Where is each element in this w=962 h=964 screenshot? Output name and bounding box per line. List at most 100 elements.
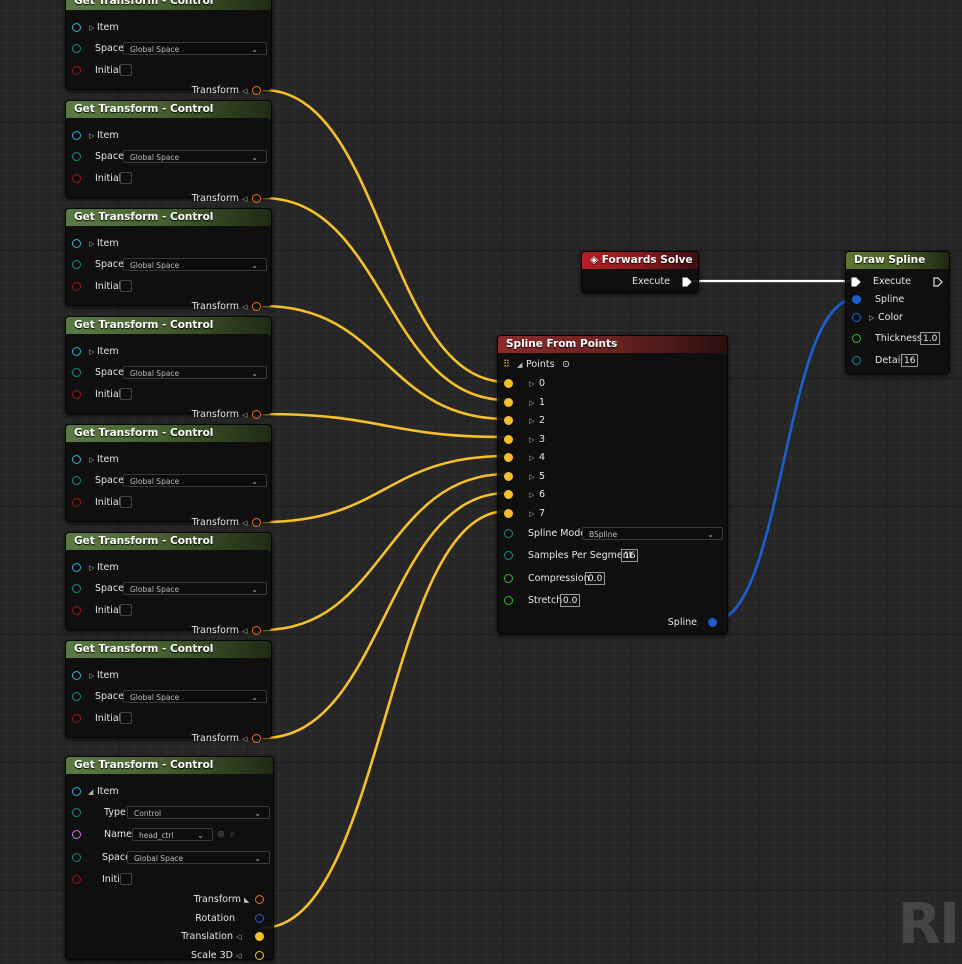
name-dropdown[interactable]: head_ctrl ⌄ [132,828,213,841]
transform-out-pin[interactable] [255,895,264,904]
space-dropdown[interactable]: Global Space ⌄ [127,851,270,864]
point-pin[interactable] [504,508,513,518]
expand-arrow-icon[interactable]: ▷ [529,432,534,448]
expand-arrow-icon[interactable]: ▷ [89,344,94,360]
space-pin[interactable] [72,44,81,53]
initial-pin[interactable] [72,282,81,291]
initial-pin[interactable] [72,66,81,75]
expand-arrow-icon[interactable]: ◁ [242,191,247,207]
get-transform-node-expanded[interactable]: Get Transform - Control ◢ Item Type Control ⌄… [65,756,274,961]
item-pin[interactable] [72,787,81,796]
point-pin[interactable] [504,416,513,425]
initial-pin[interactable] [72,875,81,884]
expand-arrow-icon[interactable]: ▷ [89,452,94,468]
initial-pin[interactable] [72,174,81,183]
compression-pin[interactable] [504,574,513,583]
initial-checkbox[interactable] [120,604,132,616]
space-dropdown[interactable]: Global Space ⌄ [123,258,267,271]
initial-checkbox[interactable] [120,280,132,292]
get-transform-node[interactable]: Get Transform - Control ▷ Item Space Global … [65,208,272,312]
point-pin[interactable] [504,434,513,444]
forwards-solve-node[interactable]: ◈ Forwards Solve Execute [581,251,699,293]
expand-arrow-icon[interactable]: ◁ [236,948,241,964]
item-pin[interactable] [72,23,81,32]
initial-pin[interactable] [72,606,81,615]
translation-out-pin[interactable] [255,932,264,941]
spline-out-pin[interactable] [708,618,717,627]
name-pin[interactable] [72,830,81,839]
expand-arrow-icon[interactable]: ▷ [89,236,94,252]
type-pin[interactable] [72,808,81,817]
get-transform-node[interactable]: Get Transform - Control ▷ Item Space Global … [65,316,272,420]
draw-spline-node[interactable]: Draw Spline Execute Spline ▷ Color Thickness 1… [845,251,950,374]
initial-checkbox[interactable] [120,873,132,885]
get-transform-node[interactable]: Get Transform - Control ▷ Item Space Global … [65,100,272,204]
transform-out-pin[interactable] [252,86,261,95]
initial-checkbox[interactable] [120,388,132,400]
expand-arrow-icon[interactable]: ▷ [89,20,94,36]
spline-mode-dropdown[interactable]: BSpline ⌄ [582,527,723,540]
expand-arrow-icon[interactable]: ▷ [529,450,534,466]
initial-pin[interactable] [72,390,81,399]
collapse-arrow-icon[interactable]: ◢ [517,357,522,373]
expand-arrow-icon[interactable]: ▷ [529,413,534,429]
stretch-pin[interactable] [504,596,513,605]
color-pin[interactable] [852,313,861,322]
space-pin[interactable] [72,152,81,161]
expand-arrow-icon[interactable]: ▷ [529,506,534,522]
expand-arrow-icon[interactable]: ▷ [529,469,534,485]
item-pin[interactable] [72,563,81,572]
expand-arrow-icon[interactable]: ▷ [89,560,94,576]
get-transform-node[interactable]: Get Transform - Control ▷ Item Space Global … [65,0,272,96]
collapse-arrow-icon[interactable]: ◢ [88,784,93,800]
transform-out-pin[interactable] [252,518,261,527]
type-dropdown[interactable]: Control ⌄ [127,806,270,819]
expand-arrow-icon[interactable]: ▷ [529,395,534,411]
expand-arrow-icon[interactable]: ▷ [869,310,874,326]
execute-out-pin[interactable] [682,277,692,287]
space-pin[interactable] [72,368,81,377]
expand-arrow-icon[interactable]: ▷ [89,668,94,684]
expand-arrow-icon[interactable]: ◁ [242,299,247,315]
transform-out-pin[interactable] [252,410,261,419]
detail-field[interactable]: 16 [901,354,919,367]
scale-out-pin[interactable] [255,951,264,960]
array-pin-icon[interactable]: ⠿ [503,357,510,373]
expand-arrow-icon[interactable]: ◁ [242,407,247,423]
expand-arrow-icon[interactable]: ▷ [529,376,534,392]
space-dropdown[interactable]: Global Space ⌄ [123,150,267,163]
item-pin[interactable] [72,347,81,356]
thickness-pin[interactable] [852,334,861,343]
expand-arrow-icon[interactable]: ◁ [242,515,247,531]
point-pin[interactable] [504,471,513,481]
compression-field[interactable]: 0.0 [585,572,606,585]
spline-mode-pin[interactable] [504,529,513,538]
get-transform-node[interactable]: Get Transform - Control ▷ Item Space Global … [65,424,272,528]
expand-arrow-icon[interactable]: ◁ [242,623,247,639]
point-pin[interactable] [504,379,513,388]
samples-field[interactable]: 16 [621,549,639,562]
detail-pin[interactable] [852,356,861,365]
point-pin[interactable] [504,490,513,499]
expand-arrow-icon[interactable]: ◁ [236,929,241,945]
space-pin[interactable] [72,853,81,862]
item-pin[interactable] [72,455,81,464]
search-icon[interactable]: ⌕ [230,827,235,843]
transform-out-pin[interactable] [252,302,261,311]
transform-out-pin[interactable] [252,734,261,743]
execute-out-pin[interactable] [933,277,943,287]
samples-pin[interactable] [504,551,513,560]
stretch-field[interactable]: 0.0 [560,594,581,607]
execute-in-pin[interactable] [851,277,861,287]
initial-checkbox[interactable] [120,712,132,724]
rotation-out-pin[interactable] [255,914,264,923]
point-pin[interactable] [504,453,513,462]
initial-checkbox[interactable] [120,172,132,184]
item-pin[interactable] [72,131,81,140]
space-dropdown[interactable]: Global Space ⌄ [123,474,267,487]
space-dropdown[interactable]: Global Space ⌄ [123,582,267,595]
spline-from-points-node[interactable]: Spline From Points ⠿ ◢ Points ⊙ ▷ 0 ▷ 1 ▷ 2 ▷ 3 ▷ 4 ▷ 5 ▷… [497,335,728,634]
transform-out-pin[interactable] [252,194,261,203]
space-dropdown[interactable]: Global Space ⌄ [123,366,267,379]
initial-checkbox[interactable] [120,64,132,76]
